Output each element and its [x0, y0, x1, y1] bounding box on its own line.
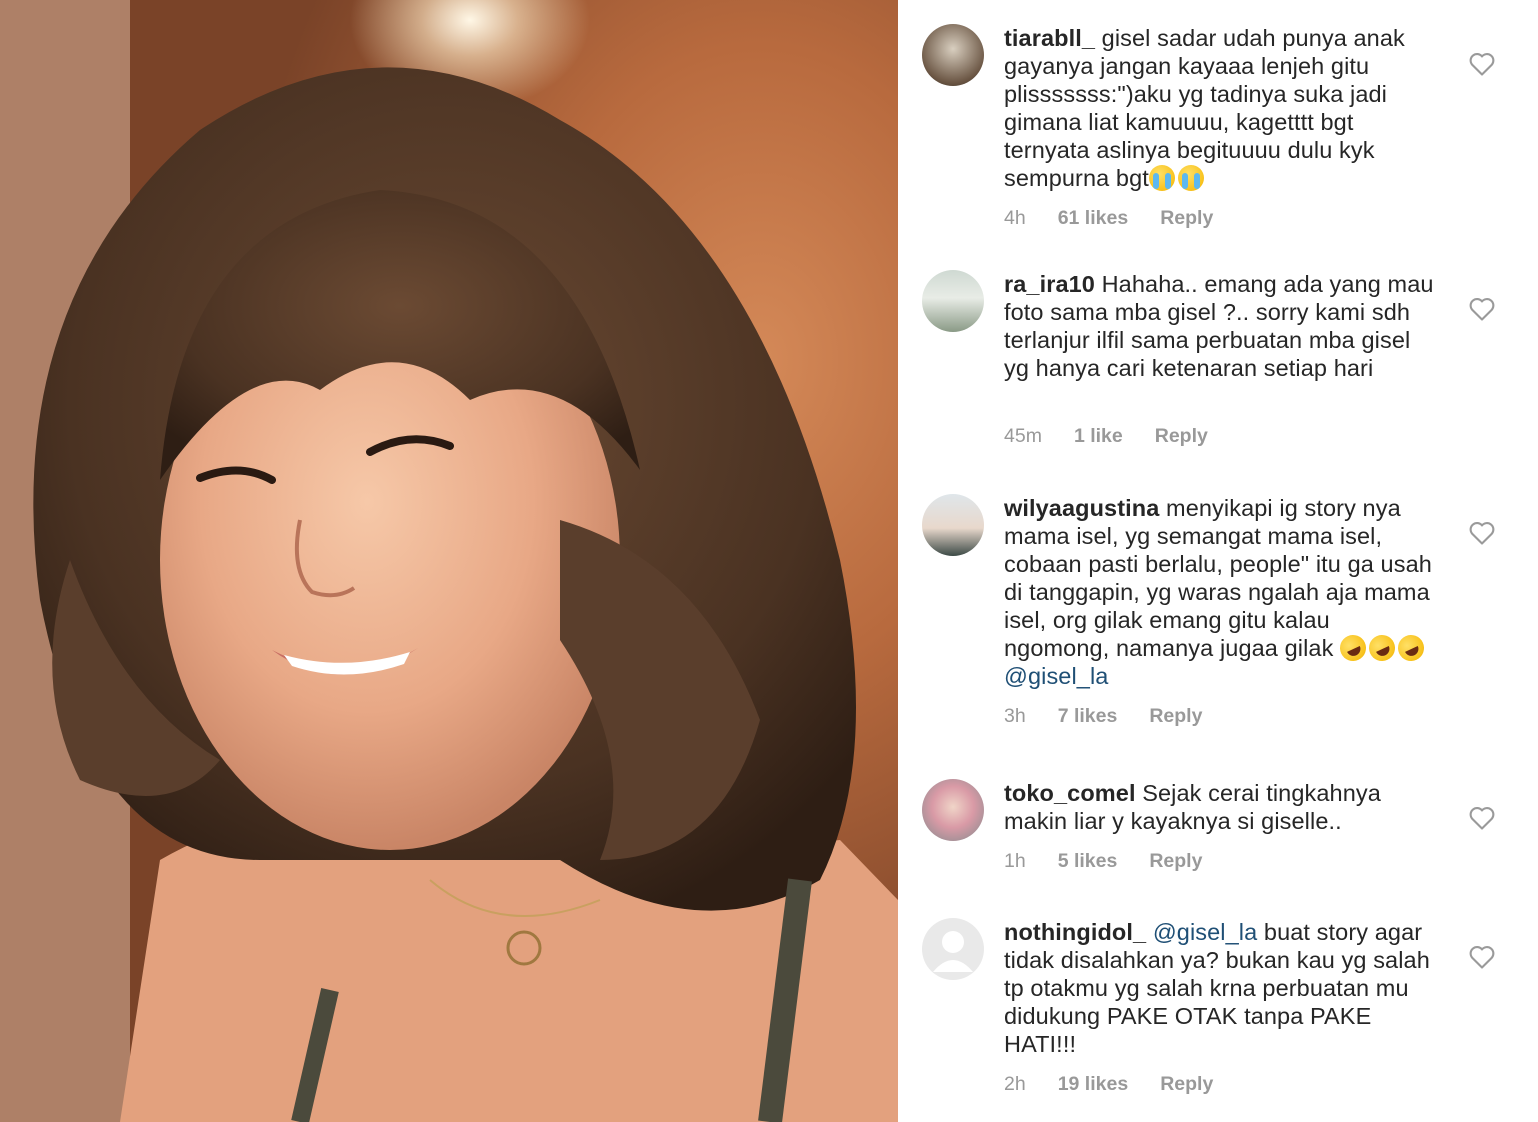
comment-meta: 4h 61 likes Reply	[1004, 207, 1213, 230]
rolling-on-floor-laughing-icon	[1335, 630, 1371, 666]
comment-body: nothingidol_ @gisel_la buat story agar t…	[1004, 918, 1434, 1058]
loudly-crying-face-icon	[1148, 165, 1175, 191]
rolling-on-floor-laughing-icon	[1364, 630, 1400, 666]
heart-icon[interactable]	[1468, 805, 1496, 831]
mention-link[interactable]: @gisel_la	[1004, 663, 1108, 689]
avatar[interactable]	[922, 24, 984, 86]
comment-username[interactable]: tiarabll_	[1004, 25, 1095, 51]
heart-icon[interactable]	[1468, 944, 1496, 970]
reply-button[interactable]: Reply	[1155, 425, 1208, 448]
comment-time: 4h	[1004, 207, 1026, 229]
avatar[interactable]	[922, 494, 984, 556]
loudly-crying-face-icon	[1177, 165, 1204, 191]
heart-icon[interactable]	[1468, 520, 1496, 546]
default-user-icon	[933, 931, 973, 972]
comment-username[interactable]: wilyaagustina	[1004, 495, 1159, 521]
comment-username[interactable]: nothingidol_	[1004, 919, 1146, 945]
comment-body: toko_comel Sejak cerai tingkahnya makin …	[1004, 779, 1434, 835]
comment-body: tiarabll_ gisel sadar udah punya anak ga…	[1004, 24, 1434, 192]
comment-meta: 3h 7 likes Reply	[1004, 705, 1202, 728]
comments-panel: tiarabll_ gisel sadar udah punya anak ga…	[898, 0, 1538, 1122]
comment-body: ra_ira10 Hahaha.. emang ada yang mau fot…	[1004, 270, 1434, 382]
comment-likes[interactable]: 61 likes	[1058, 207, 1128, 230]
comment-username[interactable]: ra_ira10	[1004, 271, 1095, 297]
comment-time: 3h	[1004, 705, 1026, 727]
reply-button[interactable]: Reply	[1149, 705, 1202, 728]
comment-likes[interactable]: 1 like	[1074, 425, 1123, 448]
comment-body: wilyaagustina menyikapi ig story nya mam…	[1004, 494, 1434, 690]
avatar[interactable]	[922, 779, 984, 841]
comment-meta: 45m 1 like Reply	[1004, 425, 1208, 448]
reply-button[interactable]: Reply	[1149, 850, 1202, 873]
rolling-on-floor-laughing-icon	[1393, 630, 1429, 666]
avatar[interactable]	[922, 270, 984, 332]
comment-username[interactable]: toko_comel	[1004, 780, 1136, 806]
selfie-illustration	[0, 0, 898, 1122]
comment-likes[interactable]: 19 likes	[1058, 1073, 1128, 1096]
reply-button[interactable]: Reply	[1160, 207, 1213, 230]
comment-time: 2h	[1004, 1073, 1026, 1095]
avatar[interactable]	[922, 918, 984, 980]
comment-meta: 2h 19 likes Reply	[1004, 1073, 1213, 1096]
post-photo	[0, 0, 898, 1122]
comment-meta: 1h 5 likes Reply	[1004, 850, 1202, 873]
comment-time: 45m	[1004, 425, 1042, 447]
heart-icon[interactable]	[1468, 296, 1496, 322]
mention-link[interactable]: @gisel_la	[1153, 919, 1257, 945]
comment-likes[interactable]: 7 likes	[1058, 705, 1118, 728]
heart-icon[interactable]	[1468, 51, 1496, 77]
reply-button[interactable]: Reply	[1160, 1073, 1213, 1096]
comment-time: 1h	[1004, 850, 1026, 872]
comment-likes[interactable]: 5 likes	[1058, 850, 1118, 873]
